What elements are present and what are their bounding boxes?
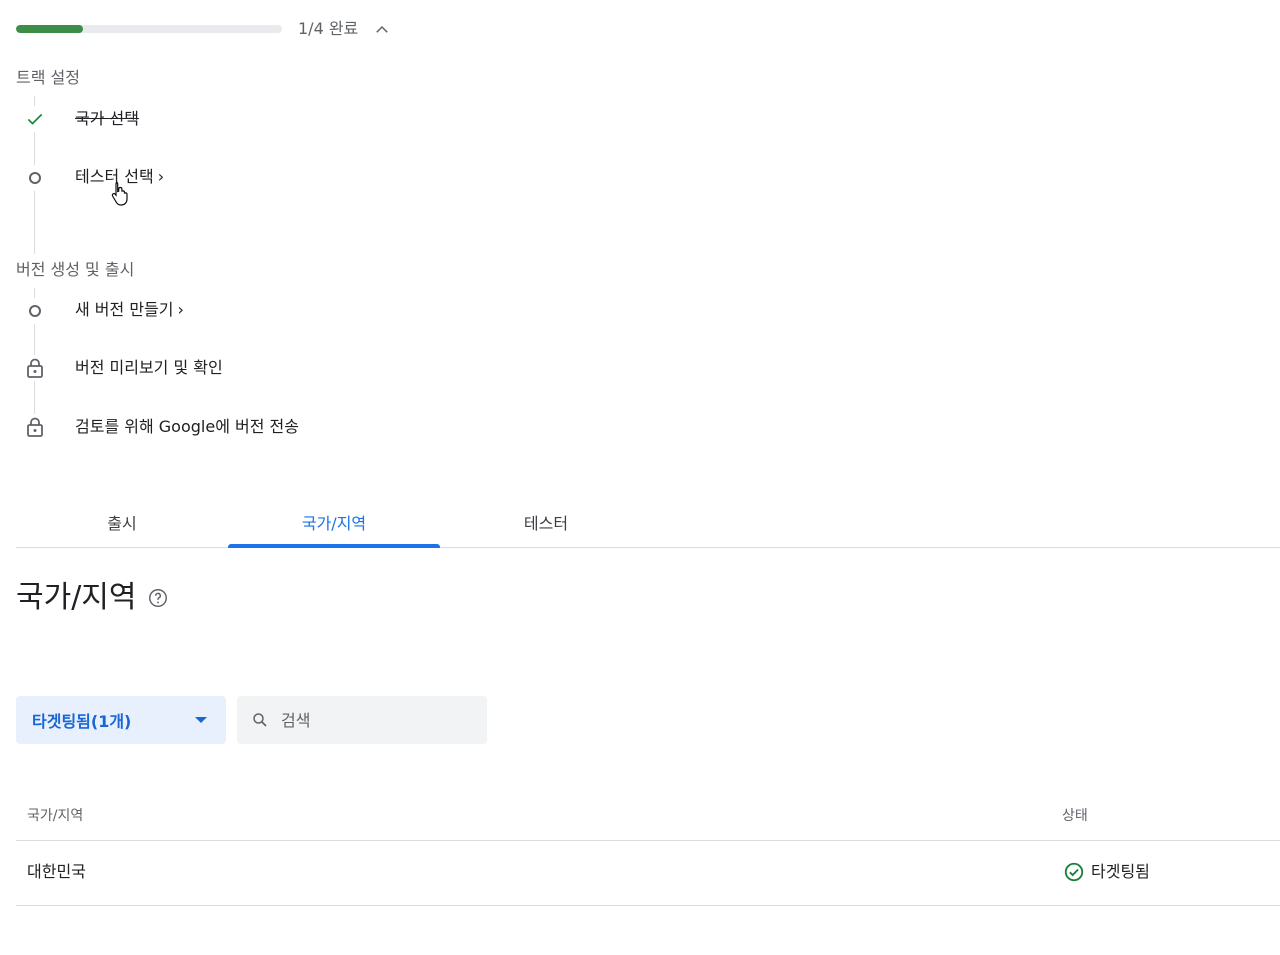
step-select-countries: 국가 선택	[75, 109, 139, 128]
search-input[interactable]	[279, 709, 473, 731]
page-title-text: 국가/지역	[16, 580, 137, 615]
tab-testers[interactable]: 테스터	[440, 497, 652, 547]
column-header-country[interactable]: 국가/지역	[27, 805, 83, 825]
check-icon	[22, 106, 48, 132]
step-create-new-release[interactable]: 새 버전 만들기 ›	[75, 299, 184, 321]
progress-text: 1/4 완료	[298, 19, 359, 38]
dropdown-arrow-icon	[195, 717, 207, 723]
tab-bar: 출시 국가/지역 테스터	[16, 497, 1280, 548]
circle-icon	[22, 298, 48, 324]
table-header: 국가/지역 상태	[16, 790, 1280, 841]
status-text: 타겟팅됨	[1091, 862, 1150, 881]
step-send-for-review: 검토를 위해 Google에 버전 전송	[75, 417, 299, 436]
tab-active-indicator	[228, 544, 440, 548]
table-row[interactable]: 대한민국 타겟팅됨	[16, 841, 1280, 906]
step-create-new-release-label: 새 버전 만들기	[75, 300, 174, 319]
progress-fill	[16, 25, 83, 33]
filter-label: 타겟팅됨(1개)	[32, 712, 132, 731]
search-box	[237, 696, 487, 744]
lock-icon	[22, 414, 48, 440]
progress-bar	[16, 25, 282, 33]
chevron-right-icon: ›	[177, 300, 184, 319]
section-heading-create-release: 버전 생성 및 출시	[16, 260, 135, 279]
collapse-button[interactable]	[370, 18, 394, 42]
page-title: 국가/지역	[16, 578, 169, 618]
filter-dropdown[interactable]: 타겟팅됨(1개)	[16, 696, 226, 744]
tab-countries-label: 국가/지역	[301, 514, 367, 533]
help-icon[interactable]	[147, 587, 169, 609]
search-icon	[253, 713, 267, 727]
lock-icon	[22, 355, 48, 381]
section-heading-track-setup: 트랙 설정	[16, 68, 80, 87]
hand-cursor-icon	[110, 180, 132, 210]
column-header-status[interactable]: 상태	[1062, 805, 1088, 825]
tab-countries[interactable]: 국가/지역	[228, 497, 440, 548]
circle-icon	[22, 165, 48, 191]
tab-releases[interactable]: 출시	[16, 497, 228, 547]
cell-status: 타겟팅됨	[1063, 861, 1150, 883]
step-preview-release: 버전 미리보기 및 확인	[75, 358, 223, 377]
countries-table: 국가/지역 상태 대한민국 타겟팅됨	[16, 790, 1280, 906]
check-circle-icon	[1064, 862, 1084, 882]
chevron-right-icon: ›	[157, 167, 165, 186]
cell-country: 대한민국	[27, 862, 86, 881]
chevron-up-icon	[376, 25, 388, 33]
